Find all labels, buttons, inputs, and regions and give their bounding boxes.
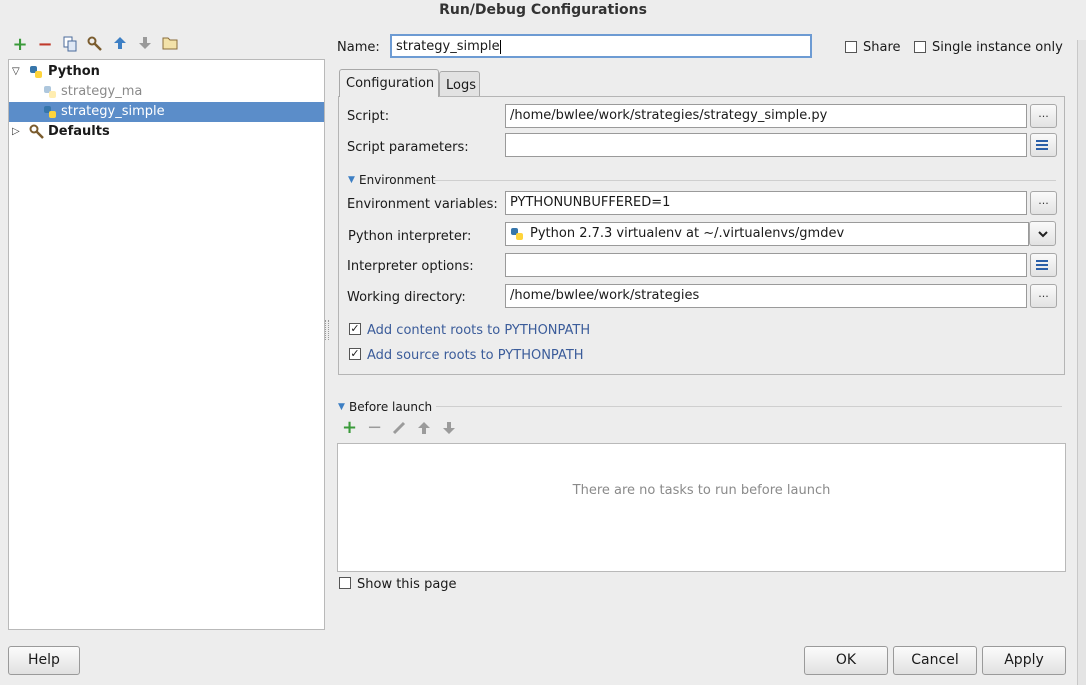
working-directory-browse-button[interactable]: ... <box>1030 284 1057 308</box>
python-icon <box>43 105 57 119</box>
expand-editor-icon[interactable] <box>1030 133 1057 157</box>
source-roots-checkbox[interactable]: ✓ <box>349 348 361 360</box>
section-divider <box>436 406 1062 407</box>
single-instance-checkbox[interactable] <box>914 41 926 53</box>
show-page-checkbox[interactable] <box>339 577 351 589</box>
tab-logs[interactable]: Logs <box>439 71 480 97</box>
tab-configuration[interactable]: Configuration <box>339 69 439 97</box>
script-parameters-label: Script parameters: <box>347 140 469 155</box>
script-input[interactable]: /home/bwlee/work/strategies/strategy_sim… <box>505 104 1027 128</box>
window-title: Run/Debug Configurations <box>439 2 647 18</box>
script-label: Script: <box>347 109 390 124</box>
edit-task-icon[interactable] <box>392 421 406 439</box>
name-label: Name: <box>337 40 380 55</box>
tree-item-python[interactable]: ▽ Python <box>9 62 324 82</box>
tree-item-label: strategy_ma <box>61 84 143 99</box>
python-icon <box>43 85 57 99</box>
interpreter-options-label: Interpreter options: <box>347 259 474 274</box>
share-checkbox[interactable] <box>845 41 857 53</box>
python-icon <box>29 65 43 79</box>
wrench-icon <box>29 124 45 146</box>
section-divider <box>434 180 1056 181</box>
apply-button[interactable]: Apply <box>982 646 1066 675</box>
source-roots-label[interactable]: Add source roots to PYTHONPATH <box>367 348 584 364</box>
section-collapse-icon[interactable]: ▼ <box>338 399 345 415</box>
env-vars-browse-button[interactable]: ... <box>1030 191 1057 215</box>
working-directory-label: Working directory: <box>347 290 466 305</box>
share-label[interactable]: Share <box>863 40 901 56</box>
python-icon <box>510 227 524 245</box>
content-roots-label[interactable]: Add content roots to PYTHONPATH <box>367 323 590 339</box>
show-page-label[interactable]: Show this page <box>357 577 457 593</box>
cancel-button[interactable]: Cancel <box>893 646 977 675</box>
content-roots-checkbox[interactable]: ✓ <box>349 323 361 335</box>
move-up-icon[interactable] <box>111 36 129 54</box>
help-button[interactable]: Help <box>8 646 80 675</box>
chevron-down-icon[interactable] <box>1029 221 1056 246</box>
tree-item-label: Python <box>48 64 100 79</box>
env-vars-label: Environment variables: <box>347 197 498 212</box>
edit-defaults-icon[interactable] <box>86 36 104 54</box>
interpreter-select[interactable]: Python 2.7.3 virtualenv at ~/.virtualenv… <box>505 222 1029 246</box>
before-launch-label: Before launch <box>349 400 433 414</box>
collapse-arrow-icon[interactable]: ▷ <box>12 122 24 142</box>
move-down-icon[interactable] <box>442 421 456 439</box>
expand-arrow-icon[interactable]: ▽ <box>12 62 24 82</box>
tab-label: Logs <box>446 78 476 93</box>
copy-icon[interactable] <box>61 36 79 54</box>
tree-item-defaults[interactable]: ▷ Defaults <box>9 122 324 142</box>
add-icon[interactable]: + <box>11 36 29 54</box>
interpreter-options-input[interactable] <box>505 253 1027 277</box>
tab-label: Configuration <box>346 76 435 91</box>
text-cursor <box>499 39 501 54</box>
move-up-icon[interactable] <box>417 421 431 439</box>
move-down-icon[interactable] <box>136 36 154 54</box>
single-instance-label[interactable]: Single instance only <box>932 40 1063 56</box>
env-vars-input[interactable]: PYTHONUNBUFFERED=1 <box>505 191 1027 215</box>
tree-item-strategy-ma[interactable]: strategy_ma <box>9 82 324 102</box>
script-parameters-input[interactable] <box>505 133 1027 157</box>
expand-editor-icon[interactable] <box>1030 253 1057 277</box>
interpreter-value: Python 2.7.3 virtualenv at ~/.virtualenv… <box>530 226 845 241</box>
name-input[interactable]: strategy_simple <box>390 34 812 58</box>
add-task-icon[interactable]: + <box>342 419 357 437</box>
working-directory-input[interactable]: /home/bwlee/work/strategies <box>505 284 1027 308</box>
tree-item-label: strategy_simple <box>61 104 165 119</box>
tree-item-strategy-simple[interactable]: strategy_simple <box>9 102 324 122</box>
environment-section-label: Environment <box>359 173 436 187</box>
window-edge <box>1077 40 1086 685</box>
configuration-tree[interactable]: ▽ Python strategy_ma strategy_simple ▷ D… <box>8 59 325 630</box>
interpreter-label: Python interpreter: <box>348 229 472 244</box>
before-launch-task-list[interactable]: There are no tasks to run before launch <box>337 443 1066 572</box>
remove-icon[interactable]: − <box>36 36 54 54</box>
folder-icon[interactable] <box>161 36 179 54</box>
script-browse-button[interactable]: ... <box>1030 104 1057 128</box>
name-value: strategy_simple <box>396 39 500 54</box>
ok-button[interactable]: OK <box>804 646 888 675</box>
remove-task-icon[interactable]: − <box>367 419 382 437</box>
tree-item-label: Defaults <box>48 124 110 139</box>
splitter-handle[interactable] <box>325 320 329 340</box>
section-collapse-icon[interactable]: ▼ <box>348 172 355 188</box>
empty-tasks-text: There are no tasks to run before launch <box>572 483 831 498</box>
